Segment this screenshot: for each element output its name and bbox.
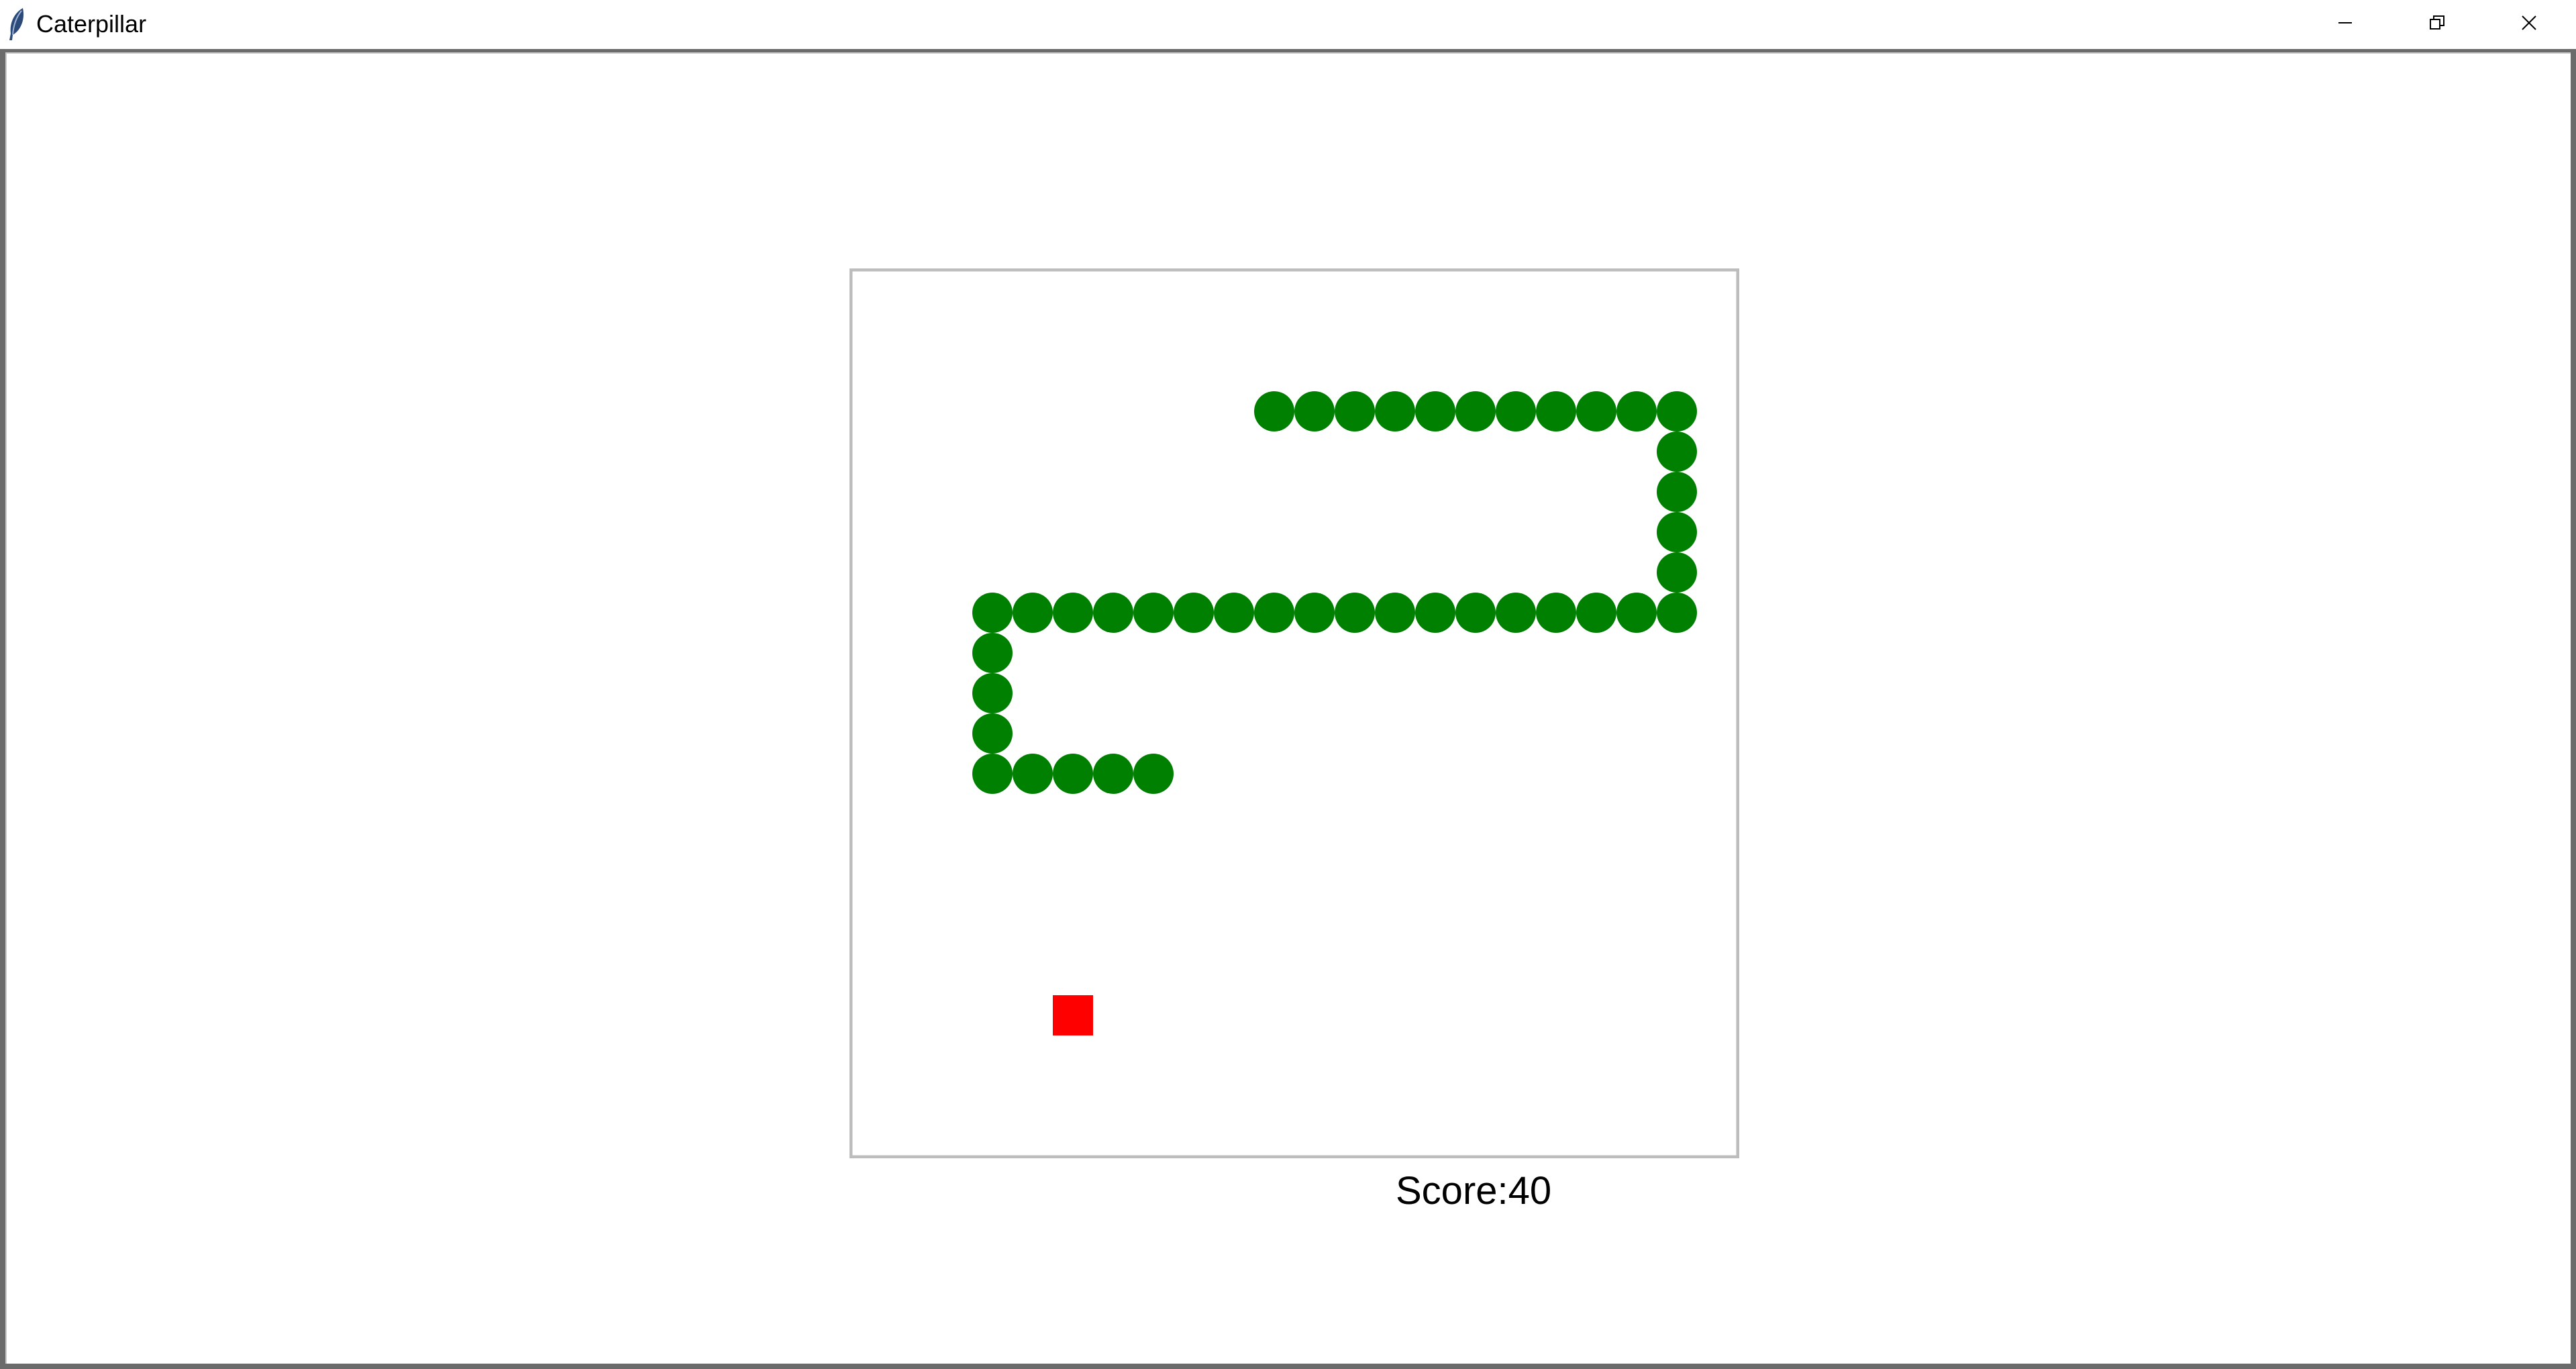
caterpillar-segment [1415,391,1455,432]
caterpillar-segment [1375,391,1415,432]
caterpillar-segment [1657,593,1697,633]
caterpillar-segment [1133,593,1174,633]
window-title: Caterpillar [36,10,147,38]
score-label: Score:40 [1396,1169,1552,1213]
caterpillar-segment [972,754,1013,794]
caterpillar-segment [1335,391,1375,432]
caterpillar-segment [1496,391,1536,432]
caterpillar-segment [1415,593,1455,633]
caterpillar-segment [1053,754,1093,794]
caterpillar-segment [1254,593,1294,633]
caterpillar-segment [1657,552,1697,593]
restore-icon [2429,15,2444,30]
caterpillar-segment [1536,593,1576,633]
caterpillar-segment [1657,391,1697,432]
caterpillar-segment [1093,593,1133,633]
caterpillar-segment [1254,391,1294,432]
caterpillar-segment [1013,754,1053,794]
feather-icon [7,7,27,42]
caterpillar-segment [1657,432,1697,472]
close-icon [2521,15,2536,30]
caterpillar-segment [1174,593,1214,633]
caterpillar-segment [1013,593,1053,633]
restore-button[interactable] [2391,0,2483,46]
caterpillar-segment [1616,391,1657,432]
caterpillar-segment [972,713,1013,754]
caterpillar-segment [1335,593,1375,633]
caterpillar-segment [1657,512,1697,552]
caterpillar-segment [1455,391,1496,432]
caterpillar-segment [972,593,1013,633]
caterpillar-segment [1455,593,1496,633]
caterpillar-segment [972,633,1013,673]
caterpillar-segment [1294,391,1335,432]
caterpillar-segment [1214,593,1254,633]
minimize-icon [2338,22,2352,23]
caterpillar-segment [1133,754,1174,794]
caterpillar-segment [1375,593,1415,633]
caterpillar-segment [1294,593,1335,633]
caterpillar-segment [1053,593,1093,633]
caterpillar-segment [1093,754,1133,794]
close-button[interactable] [2483,0,2575,46]
caterpillar-segment [1496,593,1536,633]
title-bar: Caterpillar [0,0,2576,49]
game-board[interactable] [849,268,1739,1158]
caterpillar-segment [1616,593,1657,633]
minimize-button[interactable] [2299,0,2391,46]
caterpillar-segment [1657,472,1697,512]
caterpillar-segment [1536,391,1576,432]
caterpillar-segment [972,673,1013,713]
food-square [1053,995,1093,1035]
caterpillar-segment [1576,593,1616,633]
caterpillar-segment [1576,391,1616,432]
